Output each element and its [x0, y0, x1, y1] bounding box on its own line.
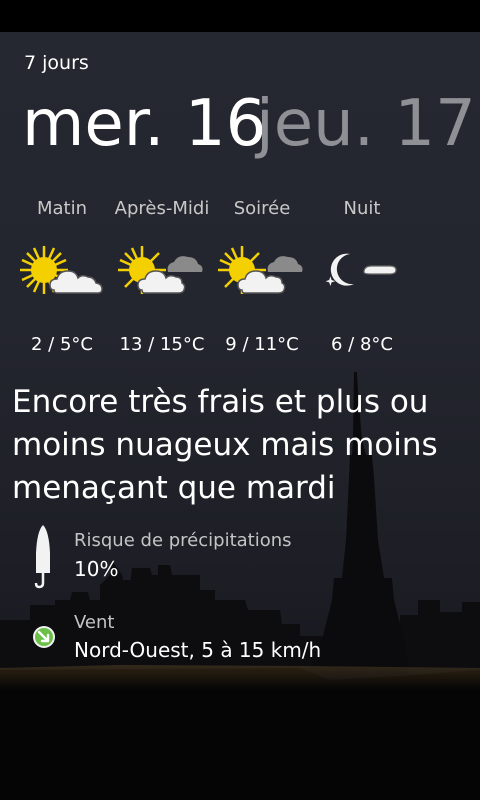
weather-screen: 7 jours mer. 16 jeu. 17 Matin Après-Midi…	[0, 0, 480, 800]
day-header-next[interactable]: jeu. 17	[256, 80, 476, 168]
moon-cloud-icon	[325, 253, 397, 286]
app-title: 7 jours	[24, 52, 89, 74]
sun-cloud-icon	[20, 246, 103, 294]
sun-clouds-icon	[218, 246, 303, 294]
day-header-current[interactable]: mer. 16	[22, 80, 266, 168]
period-label-nuit: Nuit	[343, 198, 381, 219]
temp-nuit: 6 / 8°C	[331, 334, 393, 355]
wind-value: Nord-Ouest, 5 à 15 km/h	[74, 638, 322, 662]
temp-soiree: 9 / 11°C	[225, 334, 299, 355]
wind-direction-icon	[33, 626, 55, 648]
umbrella-icon	[34, 525, 50, 589]
wind-label: Vent	[74, 612, 115, 633]
forecast-summary: Encore très frais et plus ou moins nuage…	[12, 384, 438, 506]
precipitation-value: 10%	[74, 557, 119, 581]
status-bar	[0, 0, 480, 32]
precipitation-label: Risque de précipitations	[74, 530, 292, 551]
temp-apres-midi: 13 / 15°C	[119, 334, 205, 355]
sun-clouds-icon	[118, 246, 203, 294]
temp-matin: 2 / 5°C	[31, 334, 93, 355]
